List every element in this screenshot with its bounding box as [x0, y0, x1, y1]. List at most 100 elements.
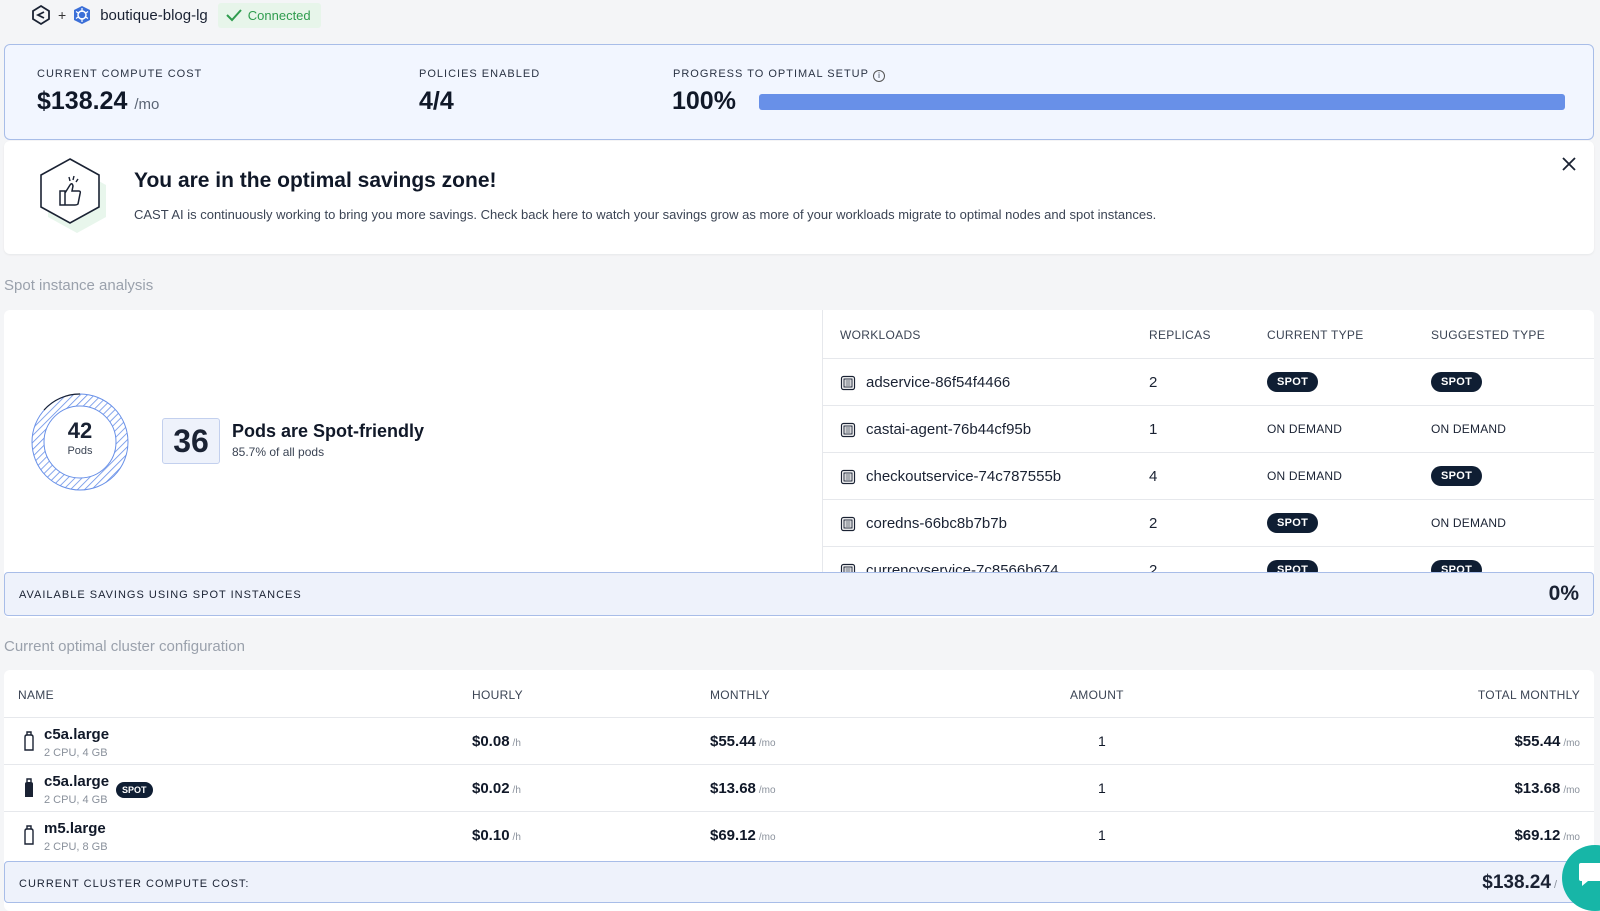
suggested-type-cell: ON DEMAND: [1431, 419, 1506, 438]
workload-icon: [840, 469, 856, 485]
total-pods-label: Pods: [67, 445, 93, 457]
hourly-price: $0.08/h: [472, 733, 521, 750]
node-spec: 2 CPU, 4 GB: [44, 794, 108, 806]
node-name: c5a.large: [44, 726, 110, 743]
total-monthly-unit: /mo: [1563, 785, 1580, 796]
spot-savings-bar: AVAILABLE SAVINGS USING SPOT INSTANCES 0…: [4, 572, 1594, 616]
suggested-type-badge: SPOT: [1431, 466, 1483, 486]
cluster-total-cost-label: CURRENT CLUSTER COMPUTE COST:: [19, 878, 250, 890]
banner-text: CAST AI is continuously working to bring…: [134, 207, 1157, 222]
column-header-hourly[interactable]: HOURLY: [472, 688, 523, 702]
column-header-current-type[interactable]: CURRENT TYPE: [1267, 328, 1364, 342]
compute-cost-amount: $138.24: [37, 87, 128, 115]
policies-value: 4/4: [419, 87, 454, 115]
policies-label: POLICIES ENABLED: [419, 68, 541, 80]
info-icon[interactable]: i: [872, 70, 885, 82]
column-header-suggested-type[interactable]: SUGGESTED TYPE: [1431, 328, 1545, 342]
current-type-badge: ON DEMAND: [1267, 469, 1343, 483]
monthly-price-amount: $55.44: [710, 733, 756, 750]
total-monthly-price: $13.68/mo: [1514, 780, 1580, 797]
current-type-cell: SPOT: [1267, 372, 1319, 392]
spot-badge: SPOT: [116, 782, 153, 798]
table-row[interactable]: c5a.large 2 CPU, 4 GB SPOT $0.02/h $13.6…: [4, 764, 1594, 811]
column-header-name[interactable]: NAME: [18, 688, 54, 702]
cluster-total-cost-unit: /: [1553, 879, 1557, 891]
monthly-price: $13.68/mo: [710, 780, 776, 797]
column-header-amount[interactable]: AMOUNT: [1070, 688, 1124, 702]
hourly-price: $0.10/h: [472, 827, 521, 844]
current-type-cell: ON DEMAND: [1267, 419, 1342, 438]
connection-status-text: Connected: [247, 7, 311, 23]
workload-name[interactable]: currencyservice-7c8566b674: [866, 562, 1059, 572]
close-icon[interactable]: [1560, 155, 1578, 173]
node-amount: 1: [1098, 780, 1106, 796]
banner-title: You are in the optimal savings zone!: [134, 169, 497, 192]
current-type-badge: SPOT: [1267, 560, 1319, 572]
total-monthly-amount: $69.12: [1514, 827, 1561, 844]
workload-replicas: 1: [1149, 421, 1158, 438]
total-monthly-price: $69.12/mo: [1514, 827, 1580, 844]
workloads-table: WORKLOADS REPLICAS CURRENT TYPE SUGGESTE…: [822, 310, 1594, 572]
table-row[interactable]: c5a.large 2 CPU, 4 GB $0.08/h $55.44/mo …: [4, 717, 1594, 764]
cluster-header: + boutique-blog-lg Connected: [30, 0, 321, 30]
progress-bar-fill: [759, 94, 1565, 110]
workload-replicas: 4: [1149, 468, 1158, 485]
column-header-monthly[interactable]: MONTHLY: [710, 688, 770, 702]
workload-name[interactable]: coredns-66bc8b7b7b: [866, 515, 1007, 532]
hourly-unit: /h: [512, 785, 521, 796]
cluster-config-title: Current optimal cluster configuration: [4, 638, 245, 655]
workload-name[interactable]: checkoutservice-74c787555b: [866, 468, 1061, 485]
hourly-price-amount: $0.08: [472, 733, 510, 750]
column-header-total-monthly[interactable]: TOTAL MONTHLY: [1478, 688, 1580, 702]
table-row[interactable]: adservice-86f54f4466 2 SPOT SPOT: [823, 358, 1594, 405]
connection-status-badge: Connected: [217, 2, 321, 28]
table-row[interactable]: coredns-66bc8b7b7b 2 SPOT ON DEMAND: [823, 499, 1594, 546]
monthly-price: $69.12/mo: [710, 827, 776, 844]
workload-icon: [840, 563, 856, 572]
hourly-unit: /h: [512, 738, 521, 749]
suggested-type-cell: SPOT: [1431, 466, 1483, 486]
column-header-workloads[interactable]: WORKLOADS: [840, 328, 921, 342]
spot-friendly-count: 36: [162, 418, 220, 464]
node-name: c5a.large: [44, 773, 110, 790]
thumbs-up-hexagon-icon: [40, 158, 106, 233]
spot-analysis-title: Spot instance analysis: [4, 277, 154, 294]
node-instance-icon: [25, 778, 33, 797]
spot-savings-value: 0%: [1548, 582, 1579, 605]
node-spec: 2 CPU, 4 GB: [44, 747, 108, 759]
workload-name[interactable]: castai-agent-76b44cf95b: [866, 421, 1031, 438]
plus-sign: +: [58, 7, 67, 23]
progress-value: 100%: [672, 87, 736, 115]
node-name: m5.large: [44, 820, 106, 837]
table-row[interactable]: currencyservice-7c8566b674 2 SPOT SPOT: [823, 546, 1594, 572]
table-row[interactable]: m5.large 2 CPU, 8 GB $0.10/h $69.12/mo 1…: [4, 811, 1594, 858]
table-row[interactable]: checkoutservice-74c787555b 4 ON DEMAND S…: [823, 452, 1594, 499]
current-type-badge: SPOT: [1267, 372, 1319, 392]
total-monthly-amount: $13.68: [1514, 780, 1561, 797]
cluster-name[interactable]: boutique-blog-lg: [100, 7, 208, 24]
spot-analysis-panel: 42 Pods 36 Pods are Spot-friendly 85.7% …: [4, 310, 1594, 618]
suggested-type-cell: SPOT: [1431, 372, 1483, 392]
column-header-replicas[interactable]: REPLICAS: [1149, 328, 1211, 342]
total-monthly-unit: /mo: [1563, 738, 1580, 749]
node-spec: 2 CPU, 8 GB: [44, 841, 108, 853]
current-type-cell: SPOT: [1267, 513, 1319, 533]
progress-label-text: PROGRESS TO OPTIMAL SETUP: [673, 68, 869, 80]
workload-replicas: 2: [1149, 374, 1158, 391]
total-monthly-unit: /mo: [1563, 832, 1580, 843]
workload-replicas: 2: [1149, 515, 1158, 532]
node-instance-icon: [24, 825, 34, 845]
progress-label: PROGRESS TO OPTIMAL SETUP i: [673, 68, 885, 82]
workload-replicas: 2: [1149, 562, 1158, 572]
spot-friendly-title: Pods are Spot-friendly: [232, 421, 425, 441]
monthly-unit: /mo: [758, 785, 776, 796]
current-type-cell: SPOT: [1267, 560, 1319, 572]
cost-summary-panel: CURRENT COMPUTE COST $138.24 /mo POLICIE…: [4, 44, 1594, 140]
node-amount: 1: [1098, 733, 1106, 749]
node-amount: 1: [1098, 827, 1106, 843]
table-row[interactable]: castai-agent-76b44cf95b 1 ON DEMAND ON D…: [823, 405, 1594, 452]
workload-name[interactable]: adservice-86f54f4466: [866, 374, 1010, 391]
workload-icon: [840, 375, 856, 391]
hourly-price-amount: $0.02: [472, 780, 510, 797]
cluster-total-cost-amount: $138.24: [1482, 872, 1551, 893]
